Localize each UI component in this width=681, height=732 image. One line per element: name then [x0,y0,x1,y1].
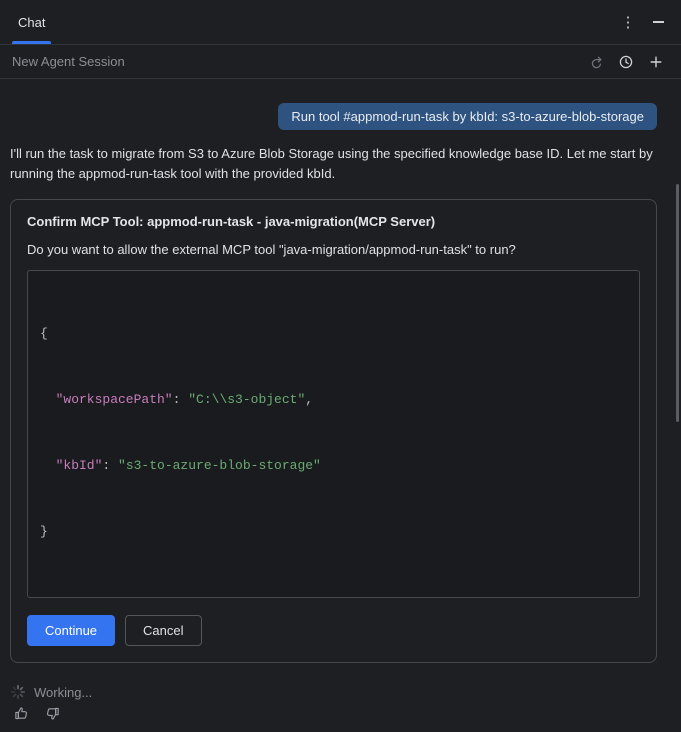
redo-button[interactable] [583,49,609,75]
tool-call-pill[interactable]: Run tool #appmod-run-task by kbId: s3-to… [278,103,657,130]
chat-content: Run tool #appmod-run-task by kbId: s3-to… [0,79,681,700]
code-value: "C:\\s3-object" [188,392,305,407]
dialog-title: Confirm MCP Tool: appmod-run-task - java… [27,214,640,229]
thumbs-down-button[interactable] [43,704,61,722]
status-text: Working... [34,685,92,700]
title-bar: Chat ⋮ [0,0,681,45]
session-title: New Agent Session [12,54,125,69]
code-line: } [40,521,627,543]
dialog-question: Do you want to allow the external MCP to… [27,242,640,257]
plus-icon [648,54,664,70]
tab-chat[interactable]: Chat [10,0,53,44]
cancel-button[interactable]: Cancel [125,615,201,646]
more-options-button[interactable]: ⋮ [615,9,641,35]
session-bar: New Agent Session [0,45,681,79]
dialog-actions: Continue Cancel [27,615,640,646]
kebab-menu-icon: ⋮ [621,13,636,31]
redo-arrow-icon [588,54,604,70]
code-open-brace: { [40,326,48,341]
assistant-message: I'll run the task to migrate from S3 to … [10,144,657,184]
code-separator: : [102,458,118,473]
new-session-button[interactable] [643,49,669,75]
user-request-row: Run tool #appmod-run-task by kbId: s3-to… [10,103,657,130]
code-key: "workspacePath" [56,392,173,407]
code-line: { [40,323,627,345]
continue-button[interactable]: Continue [27,615,115,646]
thumbs-up-icon [14,706,29,721]
spinner-icon [10,684,26,700]
active-tab-underline [12,41,51,44]
mcp-confirm-dialog: Confirm MCP Tool: appmod-run-task - java… [10,199,657,663]
code-separator: : [173,392,189,407]
feedback-bar [0,700,681,732]
code-close-brace: } [40,524,48,539]
status-row: Working... [10,684,657,700]
code-line: "workspacePath": "C:\\s3-object", [40,389,627,411]
minimize-icon [653,21,664,23]
thumbs-up-button[interactable] [12,704,30,722]
minimize-button[interactable] [645,9,671,35]
history-button[interactable] [613,49,639,75]
tab-chat-label: Chat [18,15,45,30]
vertical-scrollbar[interactable] [676,184,679,422]
clock-icon [618,54,634,70]
code-comma: , [305,392,313,407]
chat-panel: Chat ⋮ New Agent Session [0,0,681,496]
tool-args-code-block: { "workspacePath": "C:\\s3-object", "kbI… [27,270,640,598]
code-key: "kbId" [56,458,103,473]
code-value: "s3-to-azure-blob-storage" [118,458,321,473]
code-line: "kbId": "s3-to-azure-blob-storage" [40,455,627,477]
thumbs-down-icon [45,706,60,721]
